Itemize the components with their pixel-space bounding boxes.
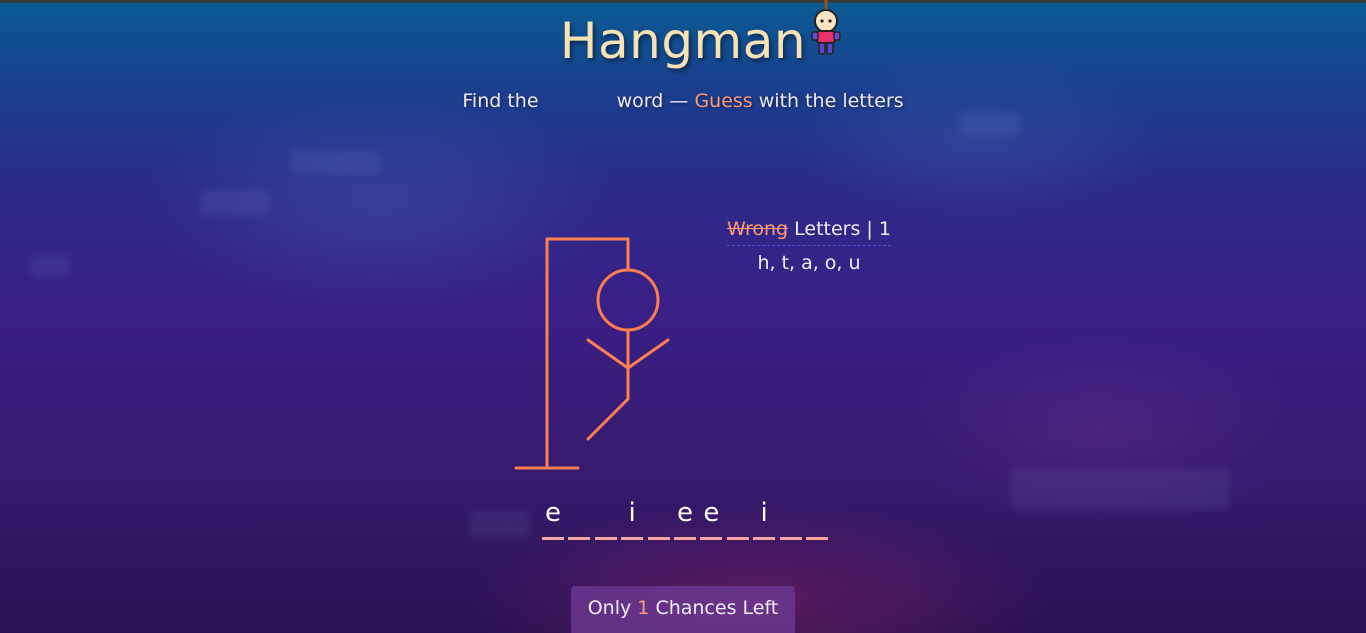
background-blur <box>470 510 530 538</box>
subtitle-suffix: with the letters <box>758 90 904 112</box>
subtitle-prefix: Find the <box>462 90 539 112</box>
title-text: Hangman <box>559 12 807 70</box>
hanging-character-icon <box>811 0 841 55</box>
subtitle-accent: Guess <box>694 90 753 112</box>
wrong-letters-panel: Wrong Letters | 1 h, t, a, o, u <box>720 218 898 274</box>
hangman-drawing <box>514 237 670 470</box>
chances-count: 1 <box>637 597 650 619</box>
letter-slot: i <box>753 496 776 540</box>
letter-slot <box>568 496 591 540</box>
word-display: e i e e i <box>542 496 828 544</box>
stickman-right-arm <box>626 338 670 370</box>
chances-suffix: Chances Left <box>655 597 779 619</box>
wrong-strike-label: Wrong <box>727 218 789 240</box>
background-blur <box>30 255 70 277</box>
stickman-leg <box>586 397 630 441</box>
subtitle-middle: word — <box>616 90 689 112</box>
background-blur <box>290 150 380 174</box>
wrong-letters-list: h, t, a, o, u <box>757 252 861 274</box>
chances-prefix: Only <box>587 597 632 619</box>
letter-slot <box>779 496 802 540</box>
background-blur <box>200 190 270 216</box>
page-title: Hangman <box>0 0 1366 70</box>
letter-slot: e <box>700 496 723 540</box>
background-blur <box>1010 470 1230 510</box>
letter-slot: e <box>542 496 564 540</box>
stickman-head <box>596 268 660 332</box>
wrong-count: 1 <box>878 218 891 240</box>
letter-slot: e <box>673 496 696 540</box>
wrong-letters-heading: Wrong Letters | 1 <box>727 218 891 246</box>
chances-left-badge: Only 1 Chances Left <box>571 586 795 633</box>
letter-slot <box>805 496 828 540</box>
stickman-left-arm <box>586 338 630 370</box>
letter-slot <box>726 496 749 540</box>
letter-slot <box>647 496 670 540</box>
letter-slot <box>594 496 617 540</box>
top-bar <box>0 0 1366 3</box>
letter-slot: i <box>621 496 644 540</box>
subtitle: Find the word — Guess with the letters <box>0 90 1366 112</box>
background-blur <box>960 112 1020 136</box>
wrong-label: Letters | <box>794 218 873 240</box>
